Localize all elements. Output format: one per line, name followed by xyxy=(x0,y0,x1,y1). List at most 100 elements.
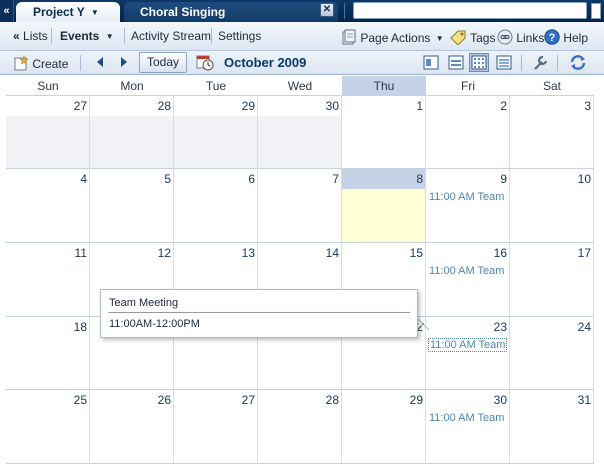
day-cell-oct-11[interactable]: 11 xyxy=(6,243,90,317)
tab-bar: « Project Y ▼ Choral Singing ✕ xyxy=(0,0,604,22)
day-cell-sep-30[interactable]: 30 xyxy=(258,96,342,169)
list-view-icon xyxy=(496,55,512,70)
activity-stream-link[interactable]: Activity Stream xyxy=(131,29,211,43)
chevron-down-icon: ▼ xyxy=(435,34,444,43)
day-cell-oct-1[interactable]: 1 xyxy=(342,96,426,169)
date-number: 30 xyxy=(325,99,339,113)
date-number: 28 xyxy=(157,99,171,113)
day-cell-oct-26[interactable]: 26 xyxy=(90,390,174,464)
close-tab-button[interactable]: ✕ xyxy=(320,3,334,17)
page-actions-menu[interactable]: Page Actions ▼ xyxy=(341,29,444,48)
create-label: Create xyxy=(32,57,69,71)
event-team-meeting[interactable]: 11:00 AM Team xyxy=(429,412,504,424)
date-number: 18 xyxy=(73,320,87,334)
next-month-button[interactable] xyxy=(120,56,128,71)
nav-divider xyxy=(51,28,52,44)
date-number: 28 xyxy=(325,393,339,407)
event-team-meeting[interactable]: 11:00 AM Team xyxy=(429,191,504,203)
day-cell-oct-17[interactable]: 17 xyxy=(510,243,594,317)
global-search-input[interactable] xyxy=(353,2,587,19)
date-number: 7 xyxy=(332,172,339,186)
svg-text:?: ? xyxy=(549,32,556,44)
date-number: 17 xyxy=(577,246,591,260)
help-icon: ? xyxy=(544,29,560,48)
day-cell-oct-3[interactable]: 3 xyxy=(510,96,594,169)
day-view-button[interactable] xyxy=(421,53,441,72)
tags-label: Tags xyxy=(470,31,496,45)
tab-scroll-left-button[interactable]: « xyxy=(0,0,14,22)
links-link[interactable]: Links xyxy=(497,29,544,48)
tab-choral-singing[interactable]: Choral Singing xyxy=(124,2,338,22)
day-cell-sep-29[interactable]: 29 xyxy=(174,96,258,169)
day-cell-sep-27[interactable]: 27 xyxy=(6,96,90,169)
day-cell-oct-2[interactable]: 2 xyxy=(426,96,510,169)
day-cell-oct-24[interactable]: 24 xyxy=(510,317,594,390)
tab-choral-singing-label: Choral Singing xyxy=(140,5,226,19)
events-label: Events xyxy=(60,29,100,43)
day-cell-today-oct-8[interactable]: 8 xyxy=(342,169,426,243)
day-cell-oct-16[interactable]: 16 11:00 AM Team xyxy=(426,243,510,317)
day-cell-oct-18[interactable]: 18 xyxy=(6,317,90,390)
day-cell-oct-4[interactable]: 4 xyxy=(6,169,90,243)
calendar-app: « Project Y ▼ Choral Singing ✕ « Lists Ev… xyxy=(0,0,604,473)
tags-link[interactable]: Tags xyxy=(449,29,495,48)
date-number: 2 xyxy=(500,99,507,113)
tab-scroll-right-button[interactable] xyxy=(591,3,601,19)
month-view-icon xyxy=(471,55,487,70)
date-number: 15 xyxy=(409,246,423,260)
create-event-button[interactable]: Create xyxy=(13,55,68,74)
day-cell-oct-6[interactable]: 6 xyxy=(174,169,258,243)
event-team-meeting[interactable]: 11:00 AM Team xyxy=(429,265,504,277)
date-number: 3 xyxy=(584,99,591,113)
today-button[interactable]: Today xyxy=(139,52,187,73)
lists-link[interactable]: « Lists xyxy=(13,29,48,43)
day-cell-oct-10[interactable]: 10 xyxy=(510,169,594,243)
date-picker-button[interactable] xyxy=(196,54,214,74)
date-number: 23 xyxy=(493,320,507,334)
page-icon xyxy=(341,29,357,48)
refresh-button[interactable] xyxy=(568,53,588,72)
help-label: Help xyxy=(563,31,589,45)
toolbar-divider xyxy=(557,55,558,71)
events-menu[interactable]: Events ▼ xyxy=(60,29,114,43)
week-view-button[interactable] xyxy=(446,53,466,72)
help-link[interactable]: ? Help xyxy=(544,29,588,48)
list-view-button[interactable] xyxy=(494,53,514,72)
date-number: 9 xyxy=(500,172,507,186)
popup-divider xyxy=(108,312,410,313)
event-team-meeting-selected[interactable]: 11:00 AM Team xyxy=(428,338,508,352)
date-number: 29 xyxy=(409,393,423,407)
chain-link-icon xyxy=(497,29,513,48)
wrench-icon xyxy=(534,55,548,70)
event-detail-popup[interactable]: Team Meeting 11:00AM-12:00PM xyxy=(100,289,418,338)
day-cell-sep-28[interactable]: 28 xyxy=(90,96,174,169)
day-cell-oct-23[interactable]: 23 11:00 AM Team xyxy=(426,317,510,390)
date-number: 11 xyxy=(74,246,87,260)
day-cell-oct-31[interactable]: 31 xyxy=(510,390,594,464)
popup-event-time: 11:00AM-12:00PM xyxy=(109,318,200,330)
settings-link[interactable]: Settings xyxy=(218,29,261,43)
day-cell-oct-28[interactable]: 28 xyxy=(258,390,342,464)
day-cell-oct-29[interactable]: 29 xyxy=(342,390,426,464)
links-label: Links xyxy=(516,31,545,45)
day-cell-oct-25[interactable]: 25 xyxy=(6,390,90,464)
lists-label: Lists xyxy=(23,29,48,43)
month-view-button[interactable] xyxy=(469,53,489,72)
date-number: 12 xyxy=(157,246,171,260)
nav-divider xyxy=(211,28,212,44)
day-cell-oct-5[interactable]: 5 xyxy=(90,169,174,243)
day-cell-oct-9[interactable]: 9 11:00 AM Team xyxy=(426,169,510,243)
create-icon xyxy=(13,55,29,74)
day-cell-oct-27[interactable]: 27 xyxy=(174,390,258,464)
previous-month-button[interactable] xyxy=(96,56,104,71)
date-number: 31 xyxy=(577,393,591,407)
date-number: 27 xyxy=(73,99,87,113)
tab-dropdown-icon[interactable]: ▼ xyxy=(91,8,99,17)
day-cell-oct-7[interactable]: 7 xyxy=(258,169,342,243)
week-view-icon xyxy=(448,55,464,70)
toolbar-divider xyxy=(80,55,81,71)
calendar-settings-button[interactable] xyxy=(531,53,551,72)
tab-project-y[interactable]: Project Y ▼ xyxy=(16,2,120,22)
popup-event-title: Team Meeting xyxy=(109,297,179,309)
day-cell-oct-30[interactable]: 30 11:00 AM Team xyxy=(426,390,510,464)
